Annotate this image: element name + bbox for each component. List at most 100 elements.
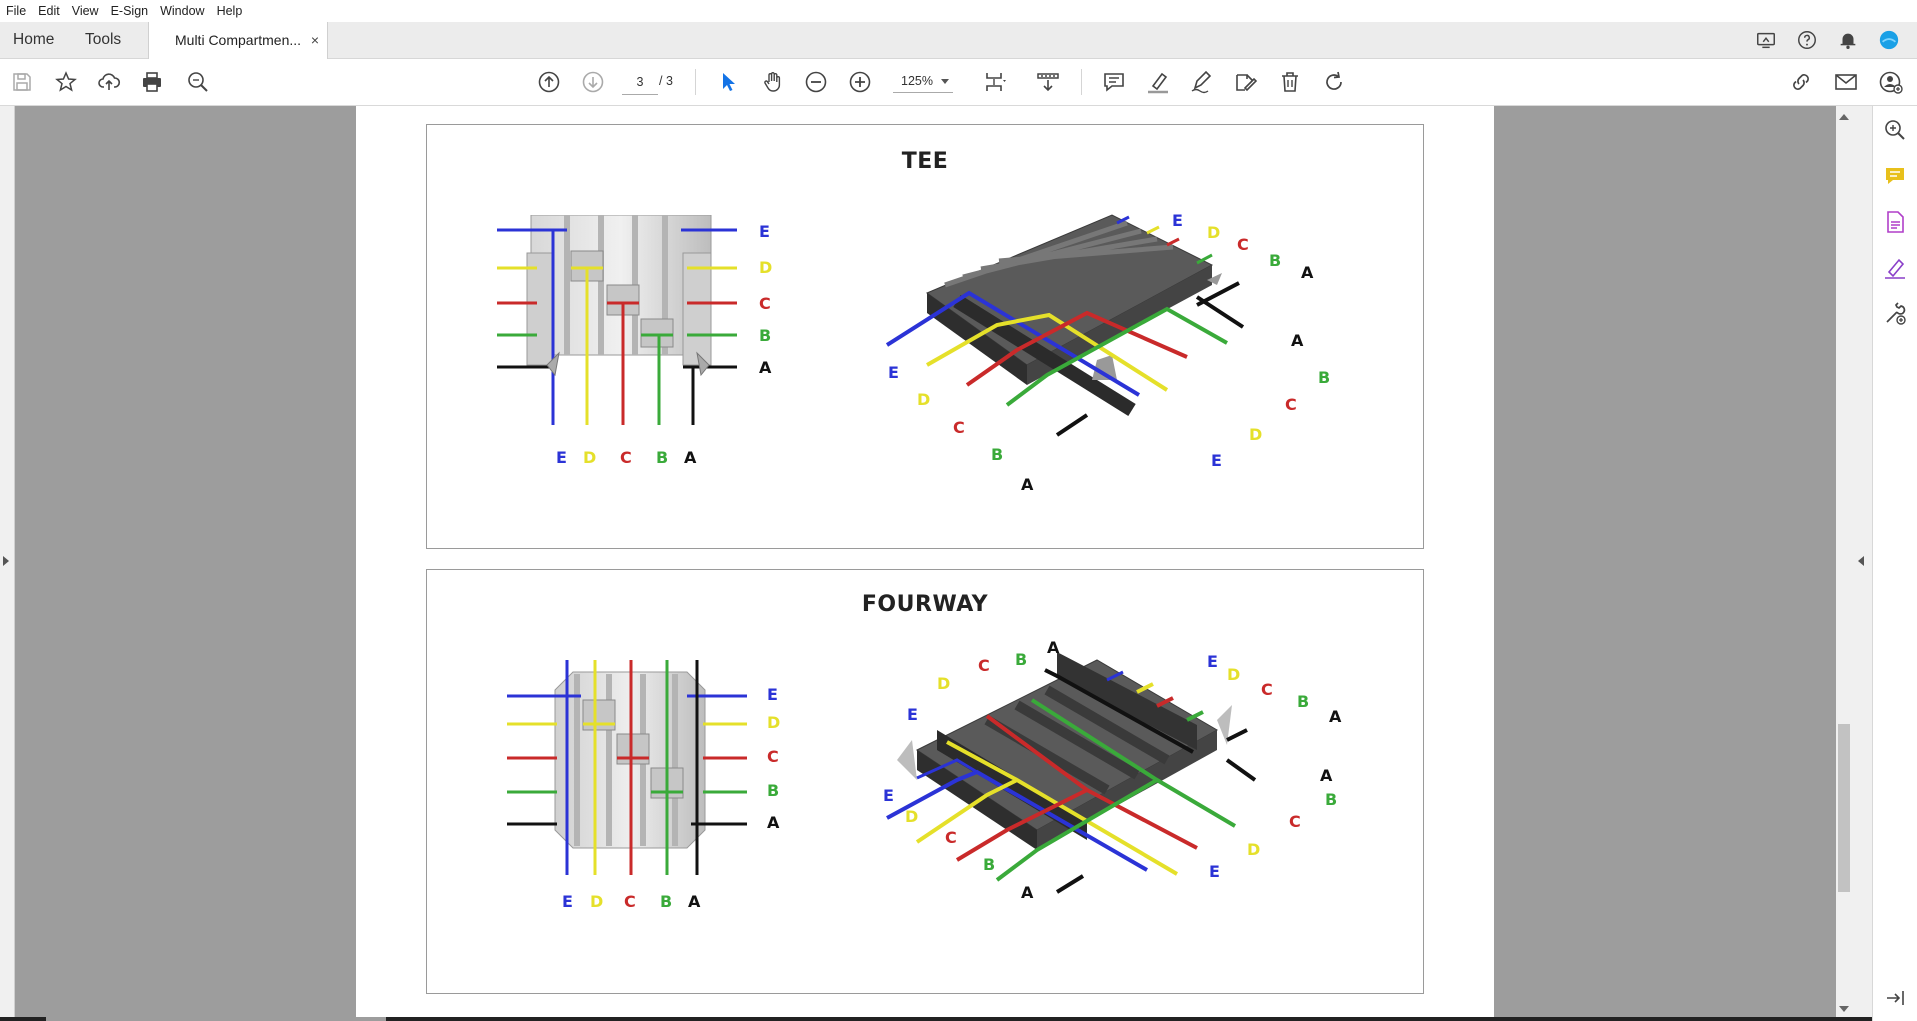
iso-label-c: C xyxy=(945,828,957,847)
fill-sign-icon[interactable] xyxy=(1233,70,1257,94)
page-up-icon[interactable] xyxy=(537,70,561,94)
menu-help[interactable]: Help xyxy=(211,0,249,22)
iso-label-d: D xyxy=(917,390,931,409)
iso-label-d: D xyxy=(905,807,919,826)
expand-panel-icon[interactable] xyxy=(1883,986,1907,1010)
comment-icon[interactable] xyxy=(1102,70,1126,94)
plan-label-d: D xyxy=(759,258,773,277)
plan-label-c: C xyxy=(767,747,779,766)
right-tools-panel xyxy=(1872,106,1917,1021)
plan-label-a: A xyxy=(767,813,780,832)
menu-bar: File Edit View E-Sign Window Help xyxy=(0,0,1917,22)
mail-icon[interactable] xyxy=(1834,70,1858,94)
iso-label-d: D xyxy=(937,674,951,693)
iso-label-c: C xyxy=(978,656,990,675)
toolbar-divider xyxy=(1081,69,1082,95)
iso-label-b: B xyxy=(1318,368,1331,387)
iso-label-c: C xyxy=(1237,235,1249,254)
iso-label-d: D xyxy=(1207,223,1221,242)
menu-esign[interactable]: E-Sign xyxy=(105,0,155,22)
tab-home[interactable]: Home xyxy=(13,22,54,58)
scroll-up-icon[interactable] xyxy=(1839,114,1849,120)
fit-page-icon[interactable] xyxy=(982,70,1006,94)
save-icon[interactable] xyxy=(10,70,34,94)
plan-bottom-label-e: E xyxy=(556,448,567,467)
share-screen-icon[interactable] xyxy=(1755,29,1777,51)
plan-bottom-label-c: C xyxy=(624,892,636,911)
upload-icon[interactable] xyxy=(97,70,121,94)
star-icon[interactable] xyxy=(54,70,78,94)
fill-sign-panel-icon[interactable] xyxy=(1883,256,1907,280)
vertical-scrollbar[interactable] xyxy=(1836,106,1872,1021)
tab-tools[interactable]: Tools xyxy=(85,22,121,58)
export-pdf-icon[interactable] xyxy=(1883,210,1907,234)
menu-view[interactable]: View xyxy=(66,0,105,22)
plan-label-d: D xyxy=(767,713,781,732)
draw-icon[interactable] xyxy=(1189,70,1213,94)
document-tab-title: Multi Compartmen... xyxy=(175,32,302,48)
iso-label-b: B xyxy=(1269,251,1282,270)
close-tab-icon[interactable]: × xyxy=(311,22,319,58)
zoom-dropdown[interactable]: 125% xyxy=(893,70,953,93)
plan-label-e: E xyxy=(767,685,778,704)
iso-label-e: E xyxy=(883,786,894,805)
account-icon[interactable] xyxy=(1879,70,1903,94)
iso-label-b: B xyxy=(1297,692,1310,711)
tab-document[interactable]: Multi Compartmen... × xyxy=(148,22,328,59)
iso-label-b: B xyxy=(983,855,996,874)
scroll-mode-icon[interactable] xyxy=(1036,70,1060,94)
iso-label-a: A xyxy=(1291,331,1304,350)
left-panel-toggle[interactable] xyxy=(0,106,15,1021)
zoom-value: 125% xyxy=(901,74,933,88)
chevron-down-icon xyxy=(941,79,949,84)
iso-label-d: D xyxy=(1249,425,1263,444)
zoom-out-icon[interactable] xyxy=(804,70,828,94)
select-cursor-icon[interactable] xyxy=(717,70,741,94)
tab-row: Home Tools Multi Compartmen... × xyxy=(0,22,1917,59)
more-tools-icon[interactable] xyxy=(1883,302,1907,326)
bottom-edge-gap xyxy=(46,1017,386,1021)
delete-icon[interactable] xyxy=(1278,70,1302,94)
highlight-icon[interactable] xyxy=(1146,70,1170,94)
toolbar-divider xyxy=(695,69,696,95)
collapse-right-panel-icon[interactable] xyxy=(1858,556,1864,566)
toolbar: / 3 125% xyxy=(0,59,1917,106)
rotate-icon[interactable] xyxy=(1322,70,1346,94)
iso-label-c: C xyxy=(953,418,965,437)
plan-label-b: B xyxy=(767,781,780,800)
iso-label-a: A xyxy=(1320,766,1333,785)
hand-icon[interactable] xyxy=(761,70,785,94)
iso-label-e: E xyxy=(1172,211,1183,230)
link-icon[interactable] xyxy=(1789,70,1813,94)
plan-bottom-label-d: D xyxy=(583,448,597,467)
chevron-right-icon xyxy=(3,556,9,566)
help-icon[interactable] xyxy=(1796,29,1818,51)
bell-icon[interactable] xyxy=(1837,29,1859,51)
iso-label-e: E xyxy=(1207,652,1218,671)
comment-panel-icon[interactable] xyxy=(1883,164,1907,188)
plan-label-e: E xyxy=(759,222,770,241)
plan-label-a: A xyxy=(759,358,772,377)
zoom-panel-icon[interactable] xyxy=(1883,118,1907,142)
page-number-input[interactable] xyxy=(622,70,658,95)
page-down-icon[interactable] xyxy=(581,70,605,94)
profile-icon[interactable] xyxy=(1878,29,1900,51)
scroll-down-icon[interactable] xyxy=(1839,1006,1849,1012)
panel-title: FOURWAY xyxy=(861,592,989,617)
iso-label-a: A xyxy=(1021,475,1034,494)
iso-label-a: A xyxy=(1301,263,1314,282)
plan-bottom-label-a: A xyxy=(688,892,701,911)
plan-bottom-label-e: E xyxy=(562,892,573,911)
iso-label-c: C xyxy=(1261,680,1273,699)
find-icon[interactable] xyxy=(186,70,210,94)
menu-file[interactable]: File xyxy=(0,0,32,22)
menu-window[interactable]: Window xyxy=(154,0,210,22)
iso-label-e: E xyxy=(1209,862,1220,881)
scrollbar-thumb[interactable] xyxy=(1838,724,1850,892)
zoom-in-icon[interactable] xyxy=(848,70,872,94)
tee-isometric-diagram xyxy=(885,214,1245,437)
print-icon[interactable] xyxy=(140,70,164,94)
iso-label-d: D xyxy=(1247,840,1261,859)
menu-edit[interactable]: Edit xyxy=(32,0,66,22)
plan-bottom-label-d: D xyxy=(590,892,604,911)
